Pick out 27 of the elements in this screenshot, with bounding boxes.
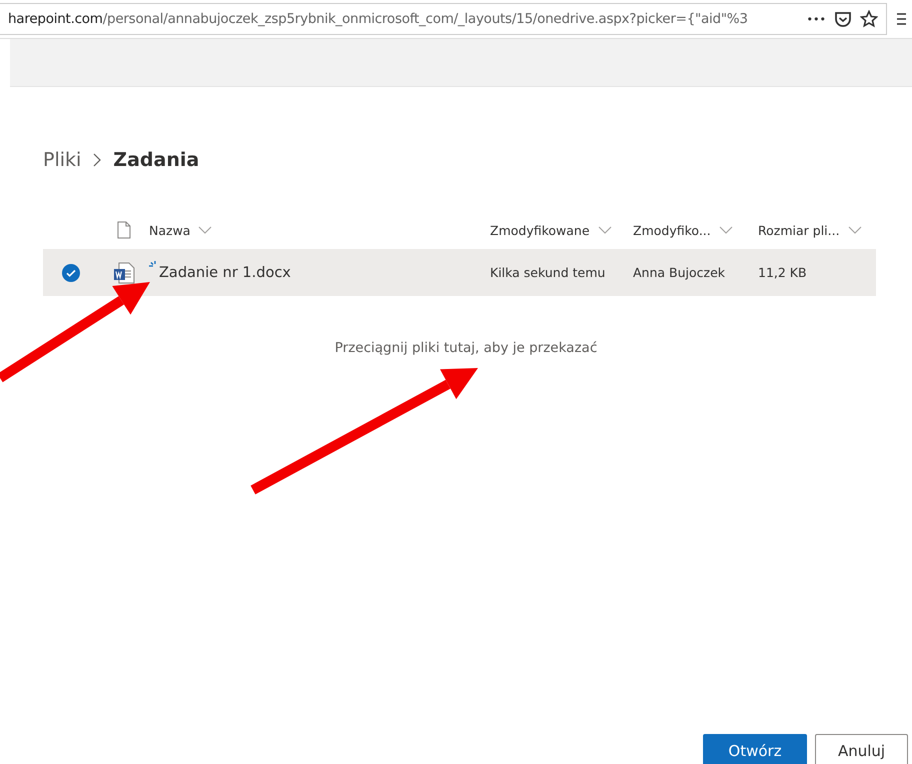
address-field[interactable]: harepoint.com/personal/annabujoczek_zsp5rybnik_onmicrosoft_com/_layouts/15/onedrive.aspx?picker={"aid"%3 (0, 11, 799, 27)
column-header[interactable]: Rozmiar pli... (758, 222, 840, 238)
chevron-down-icon (848, 226, 862, 234)
cancel-button[interactable]: Anuluj (815, 734, 908, 764)
table-cell-text: Kilka sekund temu (490, 265, 606, 280)
chevron-right-icon (93, 153, 102, 167)
chevron-down-icon (198, 226, 212, 234)
chevron-down-icon (598, 226, 612, 234)
pocket-icon[interactable] (834, 10, 852, 28)
drop-hint: Przeciągnij pliki tutaj, aby je przekazać (334, 340, 598, 356)
menu-icon[interactable] (897, 12, 906, 26)
file-row[interactable]: Zadanie nr 1.docx Kilka sekund temu Anna Bujoczek 11,2 KB (43, 249, 876, 296)
column-header[interactable]: Zmodyfikowane (490, 222, 590, 238)
column-header[interactable]: Nazwa (149, 222, 190, 238)
file-type-icon (117, 221, 131, 239)
breadcrumb-item[interactable]: Pliki (43, 149, 82, 171)
table-cell-text: Anna Bujoczek (633, 265, 726, 280)
table-cell-text: 11,2 KB (758, 265, 808, 280)
file-name[interactable]: Zadanie nr 1.docx (159, 264, 291, 280)
chevron-down-icon (718, 226, 733, 234)
open-button[interactable]: Otwórz (703, 734, 807, 764)
breadcrumb-item[interactable]: Zadania (113, 149, 200, 171)
more-button[interactable]: ••• (806, 12, 826, 26)
star-icon[interactable] (860, 10, 878, 28)
word-document-icon (113, 262, 135, 284)
checkmark-icon[interactable] (62, 264, 80, 282)
column-header[interactable]: Zmodyfiko... (633, 222, 711, 238)
